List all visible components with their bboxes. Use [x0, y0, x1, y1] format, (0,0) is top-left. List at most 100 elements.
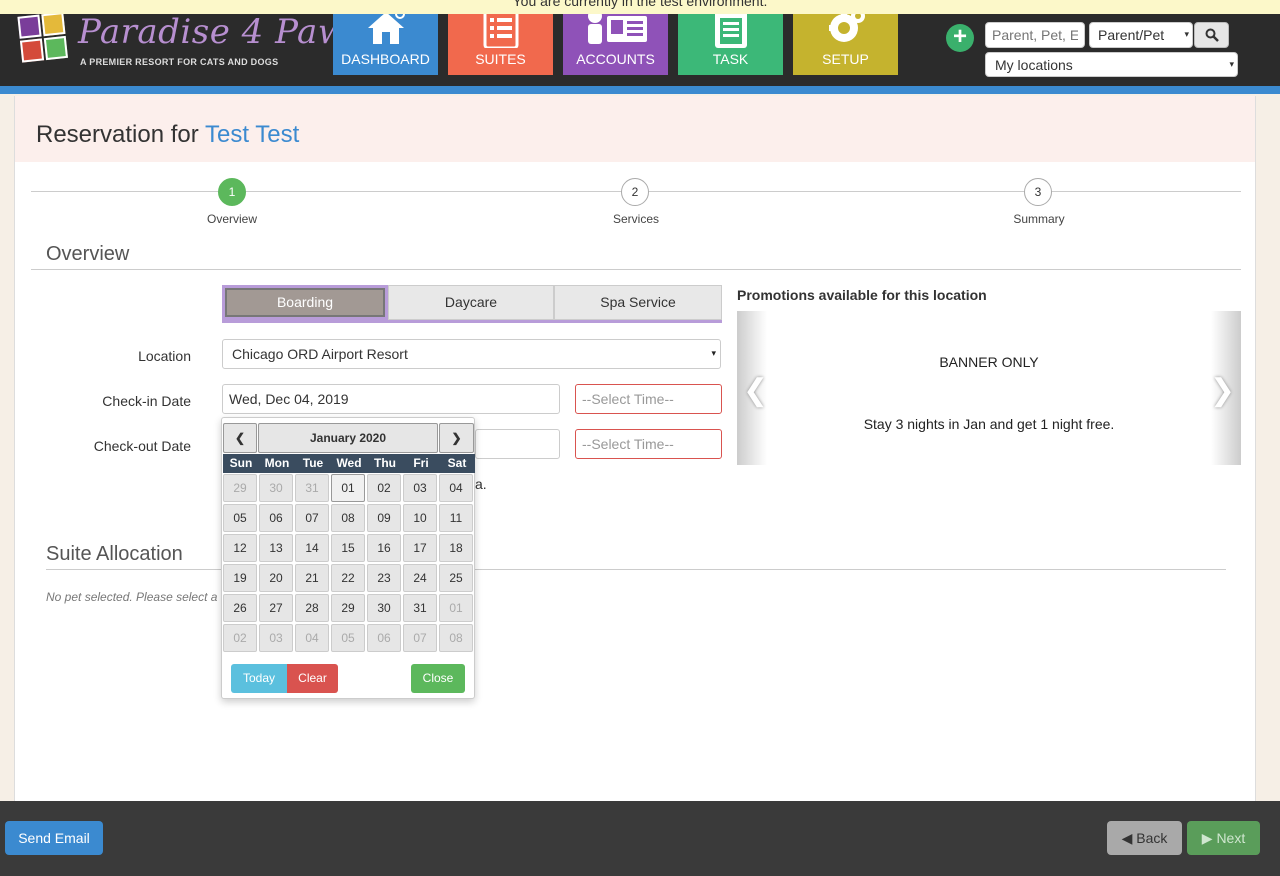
header-stripe: [0, 86, 1280, 94]
calendar-day[interactable]: 02: [223, 624, 257, 652]
weekday-header: Sat: [447, 456, 467, 470]
chevron-right-icon: ❯: [1209, 374, 1235, 407]
calendar-day[interactable]: 12: [223, 534, 257, 562]
checkin-time-select[interactable]: --Select Time--: [575, 384, 722, 414]
calendar-day[interactable]: 20: [259, 564, 293, 592]
calendar-day[interactable]: 05: [331, 624, 365, 652]
clipboard-icon: [678, 8, 783, 48]
calendar-day[interactable]: 14: [295, 534, 329, 562]
calendar-day[interactable]: 21: [295, 564, 329, 592]
calendar-day[interactable]: 29: [223, 474, 257, 502]
promotions-carousel: ❮ ❯ BANNER ONLY Stay 3 nights in Jan and…: [737, 311, 1241, 465]
datepicker-popup: ❮ January 2020 ❯ Sun Mon Tue Wed Thu Fri…: [221, 417, 475, 699]
calendar-day[interactable]: 18: [439, 534, 473, 562]
calendar-day[interactable]: 06: [367, 624, 401, 652]
checkout-label: Check-out Date: [93, 438, 191, 454]
search-icon: [1205, 28, 1219, 42]
caret-down-icon: ▾: [1229, 59, 1234, 69]
location-select[interactable]: Chicago ORD Airport Resort ▾: [222, 339, 721, 369]
calendar-day[interactable]: 26: [223, 594, 257, 622]
datepicker-month-label[interactable]: January 2020: [258, 423, 438, 453]
calendar-day[interactable]: 31: [295, 474, 329, 502]
calendar-day[interactable]: 15: [331, 534, 365, 562]
nav-task-label: TASK: [712, 51, 749, 67]
chevron-left-icon: ❮: [743, 374, 769, 407]
wizard-step-3[interactable]: 3: [1024, 178, 1052, 206]
checkin-label: Check-in Date: [102, 393, 191, 409]
calendar-day[interactable]: 30: [367, 594, 401, 622]
overview-rule: [31, 269, 1241, 270]
calendar-day[interactable]: 22: [331, 564, 365, 592]
calendar-day[interactable]: 01: [331, 474, 365, 502]
calendar-day[interactable]: 10: [403, 504, 437, 532]
search-type-value: Parent/Pet: [1098, 27, 1165, 43]
calendar-day[interactable]: 01: [439, 594, 473, 622]
calendar-day[interactable]: 24: [403, 564, 437, 592]
calendar-day[interactable]: 04: [439, 474, 473, 502]
panel-header: Reservation for Test Test: [15, 96, 1255, 162]
send-email-button[interactable]: Send Email: [5, 821, 103, 855]
calendar-day[interactable]: 04: [295, 624, 329, 652]
calendar-day[interactable]: 05: [223, 504, 257, 532]
nav-accounts-label: ACCOUNTS: [576, 51, 655, 67]
suite-allocation-heading: Suite Allocation: [46, 543, 183, 565]
tab-daycare[interactable]: Daycare: [388, 285, 554, 320]
calendar-day[interactable]: 09: [367, 504, 401, 532]
caret-down-icon: ▾: [1184, 29, 1189, 39]
customer-name-link[interactable]: Test Test: [205, 121, 299, 148]
next-button[interactable]: ▶ Next: [1187, 821, 1260, 855]
house-icon: [333, 8, 438, 48]
datepicker-prev-button[interactable]: ❮: [223, 423, 257, 453]
calendar-day[interactable]: 29: [331, 594, 365, 622]
calendar-day[interactable]: 06: [259, 504, 293, 532]
wizard-step-1[interactable]: 1: [218, 178, 246, 206]
reservation-panel: Reservation for Test Test 1 Overview 2 S…: [14, 96, 1256, 801]
search-button[interactable]: [1194, 22, 1229, 48]
calendar-day[interactable]: 08: [331, 504, 365, 532]
calendar-day[interactable]: 19: [223, 564, 257, 592]
tab-spa-service[interactable]: Spa Service: [554, 285, 722, 320]
calendar-day[interactable]: 03: [259, 624, 293, 652]
calendar-day[interactable]: 31: [403, 594, 437, 622]
logo[interactable]: Paradise 4 Paws A PREMIER RESORT FOR CAT…: [17, 12, 365, 72]
calendar-day[interactable]: 02: [367, 474, 401, 502]
weekday-header: Sun: [229, 456, 253, 470]
promotion-description: Stay 3 nights in Jan and get 1 night fre…: [863, 416, 1115, 432]
calendar-day[interactable]: 16: [367, 534, 401, 562]
checkout-date-input[interactable]: [475, 429, 560, 459]
wizard-step-2[interactable]: 2: [621, 178, 649, 206]
calendar-day[interactable]: 27: [259, 594, 293, 622]
calendar-day[interactable]: 11: [439, 504, 473, 532]
nav-dashboard-label: DASHBOARD: [341, 51, 430, 67]
calendar-day[interactable]: 23: [367, 564, 401, 592]
logo-title: Paradise 4 Paws: [78, 12, 366, 52]
test-environment-banner: You are currently in the test environmen…: [0, 0, 1280, 14]
search-type-select[interactable]: Parent/Pet ▾: [1089, 22, 1193, 48]
nav-setup-label: SETUP: [822, 51, 869, 67]
calendar-day[interactable]: 07: [295, 504, 329, 532]
datepicker-next-button[interactable]: ❯: [439, 423, 474, 453]
service-tabs: Boarding Daycare Spa Service: [222, 285, 722, 323]
locations-select[interactable]: My locations ▾: [985, 52, 1238, 77]
back-button[interactable]: ◀ Back: [1107, 821, 1182, 855]
calendar-day[interactable]: 03: [403, 474, 437, 502]
checkin-date-input[interactable]: Wed, Dec 04, 2019: [222, 384, 560, 414]
checkout-time-select[interactable]: --Select Time--: [575, 429, 722, 459]
search-input[interactable]: [985, 22, 1085, 48]
logo-subtitle: A PREMIER RESORT FOR CATS AND DOGS: [80, 57, 279, 67]
calendar-day[interactable]: 30: [259, 474, 293, 502]
tab-boarding[interactable]: Boarding: [222, 285, 388, 320]
weekday-header: Fri: [413, 456, 429, 470]
promotions-title: Promotions available for this location: [737, 287, 987, 303]
calendar-day[interactable]: 25: [439, 564, 473, 592]
calendar-day[interactable]: 07: [403, 624, 437, 652]
calendar-day[interactable]: 17: [403, 534, 437, 562]
datepicker-clear-button[interactable]: Clear: [287, 664, 338, 693]
location-label: Location: [138, 348, 191, 364]
add-plus-button[interactable]: +: [946, 24, 974, 52]
calendar-day[interactable]: 08: [439, 624, 473, 652]
datepicker-close-button[interactable]: Close: [411, 664, 465, 693]
calendar-day[interactable]: 13: [259, 534, 293, 562]
calendar-day[interactable]: 28: [295, 594, 329, 622]
datepicker-today-button[interactable]: Today: [231, 664, 287, 693]
